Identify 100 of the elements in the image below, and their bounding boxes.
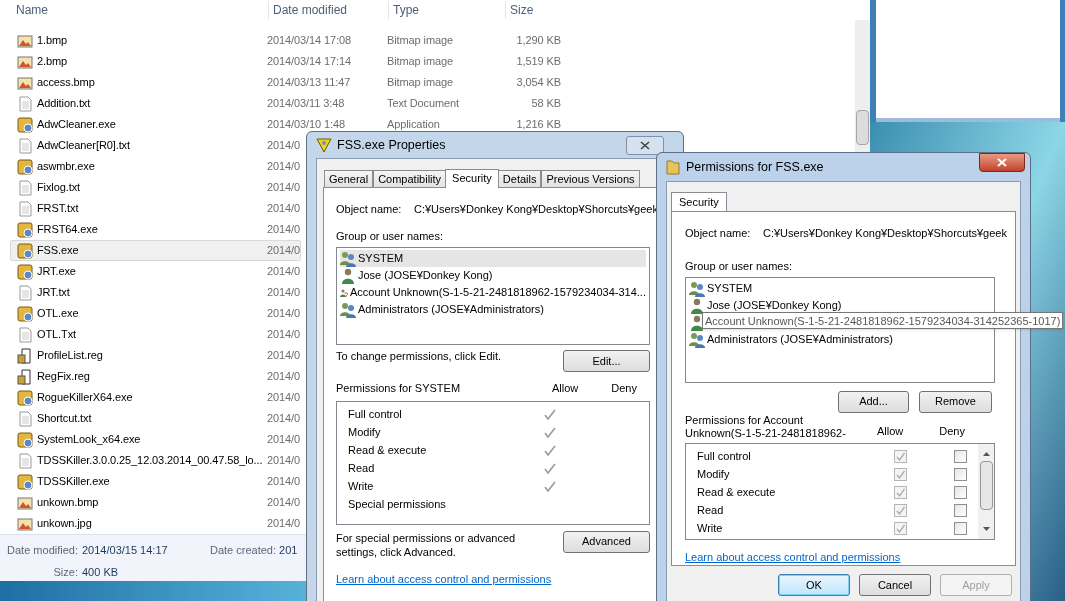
tab[interactable]: Security xyxy=(445,169,499,188)
tab[interactable]: Compatibility xyxy=(373,170,447,187)
file-row[interactable]: unkown.jpg 2014/0 xyxy=(10,513,302,534)
dialog-button[interactable]: OK xyxy=(778,574,850,596)
text-file-icon xyxy=(17,410,33,427)
scrollbar[interactable] xyxy=(978,443,994,539)
file-row[interactable]: TDSSKiller.exe 2014/0 xyxy=(10,471,302,492)
file-row[interactable]: OTL.Txt 2014/0 xyxy=(10,324,302,345)
file-row[interactable]: 2.bmp 2014/03/14 17:14 Bitmap image 1,519 KB xyxy=(10,51,562,72)
file-row[interactable]: FRST64.exe 2014/0 xyxy=(10,219,302,240)
file-date: 2014/0 xyxy=(267,369,301,385)
column-header[interactable]: Size xyxy=(505,1,585,19)
column-header: Allow xyxy=(877,424,904,440)
file-row[interactable]: FSS.exe 2014/0 xyxy=(10,240,302,261)
user-name: Administrators (JOSE¥Administrators) xyxy=(358,302,544,318)
file-date: 2014/0 xyxy=(267,474,301,490)
file-row[interactable]: JRT.txt 2014/0 xyxy=(10,282,302,303)
file-date: 2014/03/13 11:47 xyxy=(267,75,352,91)
detail-value: 400 KB xyxy=(82,564,119,580)
permission-name: Read & execute xyxy=(697,485,777,501)
user-name[interactable]: SYSTEM xyxy=(707,280,753,297)
file-row[interactable]: ProfileList.reg 2014/0 xyxy=(10,345,302,366)
file-name: Addition.txt xyxy=(37,96,91,112)
user-list-item[interactable]: Administrators (JOSE¥Administrators) xyxy=(340,301,646,318)
user-list-item[interactable]: Jose (JOSE¥Donkey Kong) xyxy=(340,267,646,284)
file-row[interactable]: RegFix.reg 2014/0 xyxy=(10,366,302,387)
remove-button[interactable]: Remove xyxy=(919,390,992,413)
tab[interactable]: General xyxy=(324,170,374,187)
close-button[interactable] xyxy=(979,152,1025,172)
file-name: RegFix.reg xyxy=(37,369,90,385)
tab[interactable]: Security xyxy=(671,192,727,211)
help-link[interactable]: Learn about access control and permissions xyxy=(336,570,552,587)
users-icon xyxy=(340,301,356,318)
user-list[interactable]: SYSTEM Jose (JOSE¥Donkey Kong) Account Unknown(S-1-5-21-2481818962-1579234034-314... Administrators (JOSE¥Administrators) xyxy=(336,247,650,345)
file-row[interactable]: Fixlog.txt 2014/0 xyxy=(10,177,302,198)
user-icon xyxy=(340,267,356,284)
text-file-icon xyxy=(17,95,33,112)
file-date: 2014/03/14 17:08 xyxy=(267,33,353,49)
user-list-item[interactable]: SYSTEM xyxy=(340,250,646,267)
file-name: OTL.Txt xyxy=(37,327,77,343)
text-file-icon xyxy=(17,326,33,343)
checkbox[interactable] xyxy=(954,450,967,464)
user-name: SYSTEM xyxy=(358,251,404,267)
file-row[interactable]: SystemLook_x64.exe 2014/0 xyxy=(10,429,302,450)
app-icon xyxy=(17,389,33,406)
close-icon xyxy=(640,140,650,150)
file-size: 1,290 KB xyxy=(515,33,561,49)
file-row[interactable]: AdwCleaner[R0].txt 2014/0 xyxy=(10,135,302,156)
user-name[interactable]: Jose (JOSE¥Donkey Kong) xyxy=(707,297,842,314)
tab[interactable]: Previous Versions xyxy=(541,170,640,187)
dialog-button[interactable]: Cancel xyxy=(859,574,931,596)
checkbox[interactable] xyxy=(954,504,967,518)
edit-button[interactable]: Edit... xyxy=(563,350,650,372)
checkbox[interactable] xyxy=(954,486,967,500)
file-date: 2014/0 xyxy=(267,348,301,364)
image-file-icon xyxy=(17,74,33,91)
file-row[interactable]: JRT.exe 2014/0 xyxy=(10,261,302,282)
file-row[interactable]: OTL.exe 2014/0 xyxy=(10,303,302,324)
file-name: access.bmp xyxy=(37,75,95,91)
permission-name: Read xyxy=(697,503,725,519)
file-date: 2014/03/14 17:14 xyxy=(267,54,353,70)
help-link[interactable]: Learn about access control and permissions xyxy=(685,548,995,565)
scroll-down-icon xyxy=(982,526,990,531)
file-name: OTL.exe xyxy=(37,306,79,322)
file-row[interactable]: FRST.txt 2014/0 xyxy=(10,198,302,219)
file-row[interactable]: Addition.txt 2014/03/11 3:48 Text Document 58 KB xyxy=(10,93,562,114)
file-date: 2014/0 xyxy=(267,201,301,217)
file-date: 2014/03/11 3:48 xyxy=(267,96,346,112)
file-row[interactable]: access.bmp 2014/03/13 11:47 Bitmap image 3,054 KB xyxy=(10,72,562,93)
file-date: 2014/0 xyxy=(267,306,301,322)
column-header: Allow xyxy=(552,381,579,396)
column-header[interactable]: Name xyxy=(0,1,268,19)
checkbox[interactable] xyxy=(954,468,967,482)
close-icon xyxy=(997,157,1007,167)
user-name[interactable]: Administrators (JOSE¥Administrators) xyxy=(707,331,893,348)
file-row[interactable]: aswmbr.exe 2014/0 xyxy=(10,156,302,177)
file-size: 1,216 KB xyxy=(515,117,561,133)
file-type: Bitmap image xyxy=(387,33,455,49)
folder-icon xyxy=(666,159,680,175)
checkbox[interactable] xyxy=(954,522,967,536)
close-button[interactable] xyxy=(626,135,664,155)
advanced-button[interactable]: Advanced xyxy=(563,530,650,553)
add-button[interactable]: Add... xyxy=(838,390,909,413)
file-name: FSS.exe xyxy=(37,243,79,259)
text-file-icon xyxy=(17,284,33,301)
file-row[interactable]: unkown.bmp 2014/0 xyxy=(10,492,302,513)
file-name: Shortcut.txt xyxy=(37,411,92,427)
file-row[interactable]: TDSSKiller.3.0.0.25_12.03.2014_00.47.58_lo... 2014/0 xyxy=(10,450,302,471)
column-header[interactable]: Type xyxy=(388,1,505,19)
text-file-icon xyxy=(17,179,33,196)
file-row[interactable]: 1.bmp 2014/03/14 17:08 Bitmap image 1,290 KB xyxy=(10,30,562,51)
file-name: FRST64.exe xyxy=(37,222,98,238)
file-date: 2014/0 xyxy=(267,453,301,469)
file-row[interactable]: AdwCleaner.exe 2014/03/10 1:48 Application 1,216 KB xyxy=(10,114,562,135)
file-row[interactable]: RogueKillerX64.exe 2014/0 xyxy=(10,387,302,408)
file-date: 2014/0 xyxy=(267,180,301,196)
app-icon xyxy=(17,158,33,175)
file-row[interactable]: Shortcut.txt 2014/0 xyxy=(10,408,302,429)
column-header[interactable]: Date modified xyxy=(268,1,388,19)
tab[interactable]: Details xyxy=(497,170,542,187)
